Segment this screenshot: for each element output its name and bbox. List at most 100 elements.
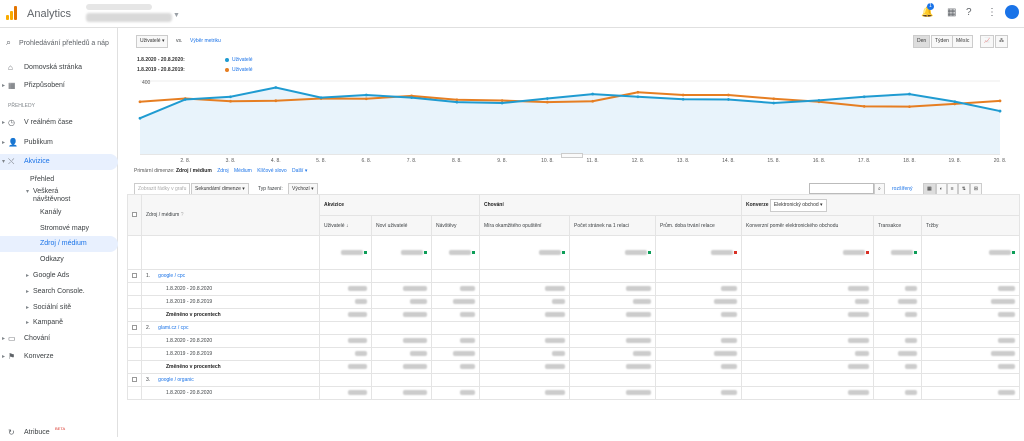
motion-chart-icon[interactable]: ⁂ — [995, 35, 1008, 48]
col-pages-per-session[interactable]: Počet stránek na 1 relaci — [569, 215, 656, 236]
chevron-right-icon: ▸ — [26, 320, 30, 326]
table-row: 1.8.2020 - 20.8.2020 — [127, 334, 1020, 348]
dimension-more[interactable]: Další ▾ — [292, 168, 307, 174]
series-1-point — [908, 92, 911, 96]
chevron-right-icon: ▸ — [2, 354, 6, 360]
chevron-right-icon: ▸ — [26, 273, 30, 279]
sidebar-search[interactable]: ⌕ Prohledávání přehledů a náp — [6, 37, 109, 48]
table-search-input[interactable] — [809, 183, 874, 194]
metric-cell — [741, 386, 874, 400]
metric-cell — [921, 295, 1020, 309]
metric-cell — [873, 373, 922, 387]
table-row: 1. google / cpc — [127, 269, 1020, 283]
sidebar-item-behavior[interactable]: ▸ ▭ Chování — [0, 331, 118, 347]
metric-cell — [873, 360, 922, 374]
series-2-point — [772, 97, 776, 101]
sidebar-item-treemaps[interactable]: Stromové mapy — [0, 221, 118, 237]
sidebar-item-campaigns[interactable]: ▸ Kampaně — [0, 315, 118, 331]
row-dimension-link[interactable]: 3. google / organic — [141, 373, 320, 387]
metric-cell — [431, 321, 480, 335]
sidebar-item-social[interactable]: ▸ Sociální sítě — [0, 300, 118, 316]
help-icon[interactable]: ? — [966, 7, 972, 18]
metric-cell — [371, 334, 432, 348]
metric-cell — [569, 334, 656, 348]
month-button[interactable]: Měsíc — [952, 35, 974, 48]
x-tick-label: 4. 8. — [271, 158, 281, 164]
sidebar-item-referrals[interactable]: Odkazy — [0, 252, 118, 268]
avatar[interactable] — [1005, 5, 1019, 19]
row-dimension-link[interactable]: 1. google / cpc — [141, 269, 320, 283]
sidebar-item-all-traffic[interactable]: ▾ Veškerá návštěvnost — [0, 186, 118, 206]
metric-select[interactable]: Uživatelé ▾ — [136, 35, 169, 48]
metric-cell — [741, 321, 874, 335]
row-checkbox[interactable] — [132, 376, 137, 382]
week-button[interactable]: Týden — [931, 35, 953, 48]
conversion-select[interactable]: Elektronický obchod ▾ — [769, 198, 827, 212]
row-checkbox[interactable] — [132, 272, 137, 278]
metric-cell — [569, 269, 656, 283]
metric-cell — [873, 308, 922, 322]
dimension-medium[interactable]: Médium — [234, 168, 252, 174]
search-input[interactable]: Prohledávání přehledů a náp — [19, 40, 109, 47]
sidebar-item-channels[interactable]: Kanály — [0, 205, 118, 221]
sidebar-item-search-console[interactable]: ▸ Search Console. — [0, 284, 118, 300]
metric-cell — [741, 360, 874, 374]
x-tick-label: 6. 8. — [361, 158, 371, 164]
series-2-point — [908, 105, 911, 109]
acquisition-header: Akvizice — [319, 193, 480, 217]
line-chart-icon[interactable]: 📈 — [980, 35, 995, 48]
col-bounce-rate[interactable]: Míra okamžitého opuštění — [479, 215, 570, 236]
x-tick-label: 8. 8. — [452, 158, 462, 164]
chart-resize-handle[interactable] — [561, 153, 583, 158]
metric-cell — [569, 347, 656, 361]
series-2-point — [138, 100, 142, 104]
series-2-dot — [225, 67, 229, 72]
select-metric-link[interactable]: Výběr metriku — [190, 38, 221, 44]
vs-label: vs. — [176, 38, 183, 44]
col-ecommerce-conversion[interactable]: Konverzní poměr elektronického obchodu — [741, 215, 874, 236]
sidebar-item-source-medium[interactable]: Zdroj / médium — [0, 236, 118, 252]
chevron-down-icon[interactable]: ▼ — [173, 12, 180, 19]
metric-cell — [431, 360, 480, 374]
metric-cell — [319, 373, 372, 387]
series-2-point — [274, 99, 278, 103]
col-sessions[interactable]: Návštěvy — [431, 215, 480, 236]
row-checkbox[interactable] — [132, 324, 137, 330]
metric-cell — [479, 334, 570, 348]
x-tick-label: 3. 8. — [226, 158, 236, 164]
select-all-checkbox[interactable] — [132, 211, 137, 217]
series-2-point — [862, 105, 866, 108]
col-avg-session-duration[interactable]: Prům. doba trvání relace — [655, 215, 742, 236]
dimension-source[interactable]: Zdroj — [217, 168, 228, 174]
metric-cell — [873, 334, 922, 348]
series-1-point — [591, 92, 595, 96]
sidebar-item-home[interactable]: ⌂ Domovská stránka — [0, 60, 118, 76]
dimension-keyword[interactable]: Klíčové slovo — [257, 168, 286, 174]
row-label: Změněno v procentech — [141, 360, 320, 374]
sidebar-item-conversions[interactable]: ▸ ⚑ Konverze — [0, 349, 118, 365]
day-button[interactable]: Den — [913, 35, 931, 48]
col-transactions[interactable]: Transakce — [873, 215, 922, 236]
series-1-point — [138, 116, 142, 120]
sidebar-item-attribution[interactable]: ↻ Atribuce BETA — [0, 425, 118, 441]
metric-cell — [655, 282, 742, 296]
metric-cell — [371, 269, 432, 283]
col-users[interactable]: Uživatelé ↓ — [319, 215, 372, 236]
metric-cell — [655, 360, 742, 374]
more-vert-icon[interactable]: ⋮ — [987, 7, 997, 18]
metric-cell — [921, 334, 1020, 348]
chevron-right-icon: ▸ — [26, 289, 30, 295]
dimension-header[interactable]: Zdroj / médium ? — [141, 194, 320, 236]
col-new-users[interactable]: Noví uživatelé — [371, 215, 432, 236]
apps-grid-icon[interactable]: ▦ — [947, 7, 956, 18]
metric-cell — [319, 269, 372, 283]
series-1-point — [455, 100, 459, 104]
advanced-filter-link[interactable]: rozšířený — [892, 186, 913, 192]
sidebar-item-google-ads[interactable]: ▸ Google Ads — [0, 268, 118, 284]
series-2-point — [229, 99, 232, 103]
col-revenue[interactable]: Tržby — [921, 215, 1020, 236]
primary-dimension[interactable]: Zdroj / médium — [176, 168, 212, 174]
metric-cell — [655, 347, 742, 361]
row-dimension-link[interactable]: 2. glami.cz / cpc — [141, 321, 320, 335]
series-1-point — [998, 109, 1002, 113]
